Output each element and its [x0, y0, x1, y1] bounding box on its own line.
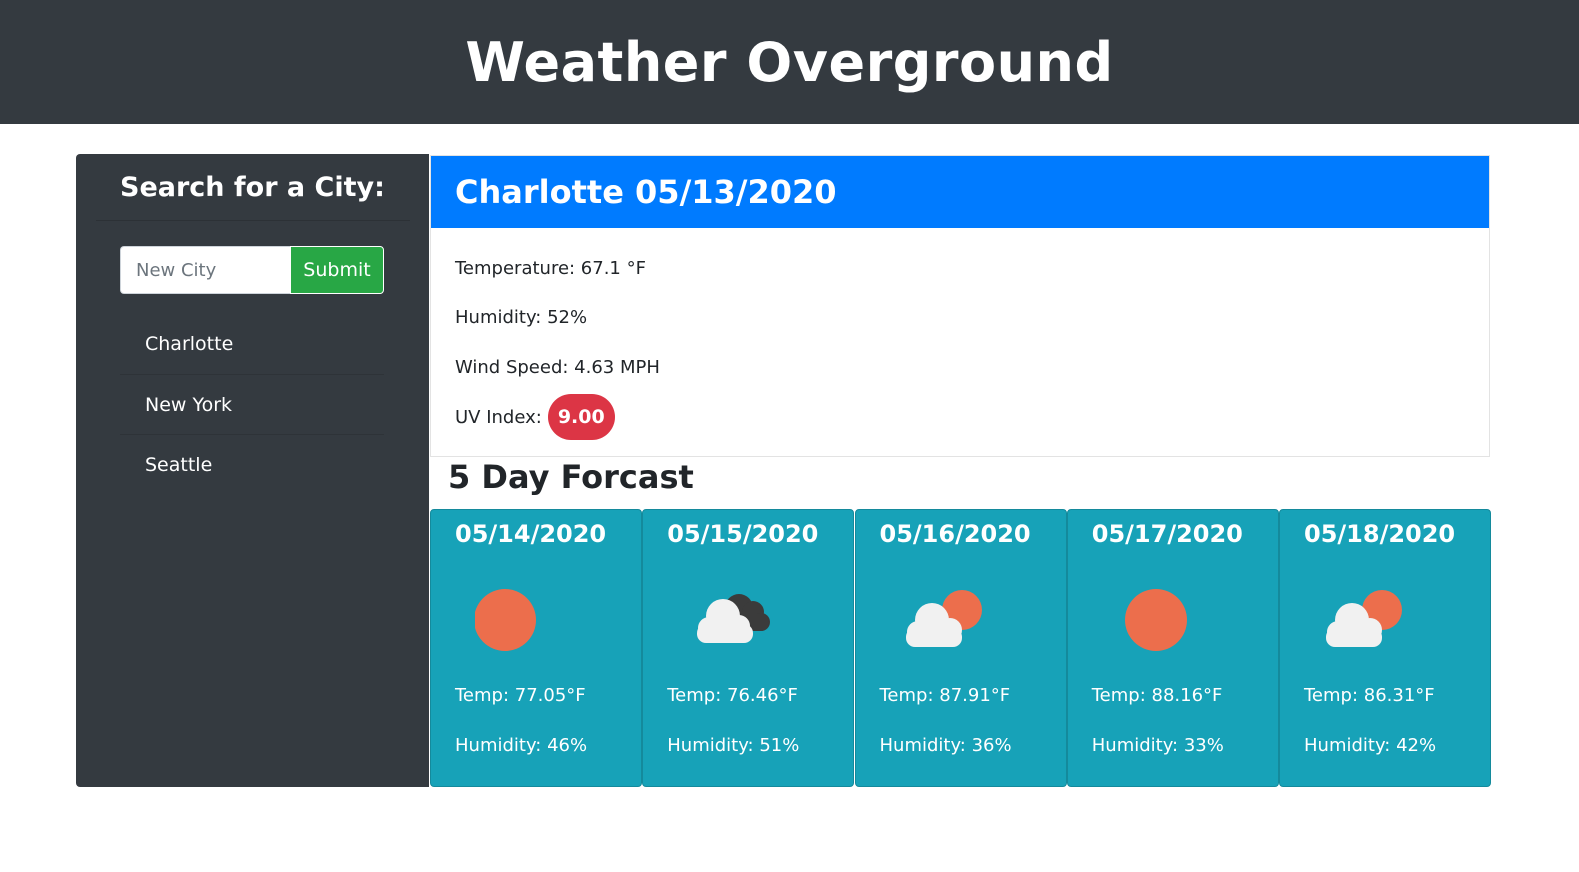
forecast-humidity: Humidity: 46% [455, 735, 588, 756]
partly-cloudy-icon [905, 590, 982, 647]
sidebar: Search for a City: Submit Charlotte New … [76, 154, 429, 787]
forecast-card: 05/15/2020 Temp: 76.46°F Humidity: 51% [642, 509, 855, 787]
forecast-humidity: Humidity: 51% [667, 735, 800, 756]
sun-icon [1124, 589, 1187, 651]
uv-index-badge: 9.00 [547, 394, 615, 440]
forecast-humidity: Humidity: 33% [1091, 735, 1224, 756]
forecast-card: 05/14/2020 Temp: 77.05°F Humidity: 46% [430, 509, 642, 787]
forecast-temp: Temp: 88.16°F [1091, 685, 1223, 706]
uv-index-label: UV Index: [455, 406, 542, 428]
forecast-date: 05/17/2020 [1091, 520, 1243, 548]
current-weather-card: Charlotte 05/13/2020 Temperature: 67.1 °… [430, 155, 1490, 457]
forecast-card: 05/18/2020 Temp: 86.31°F Humidity: 42% [1279, 509, 1491, 787]
forecast-row: 05/14/2020 Temp: 77.05°F Humidity: 46% 0… [430, 509, 1491, 787]
current-city-title: Charlotte 05/13/2020 [455, 173, 837, 211]
current-uv-index: UV Index: 9.00 [455, 393, 615, 441]
forecast-temp: Temp: 87.91°F [879, 685, 1011, 706]
sidebar-divider [96, 220, 410, 221]
current-temperature: Temperature: 67.1 °F [455, 258, 646, 279]
forecast-title: 5 Day Forcast [448, 458, 694, 496]
forecast-temp: Temp: 77.05°F [455, 685, 586, 706]
sidebar-heading: Search for a City: [120, 172, 385, 203]
search-form: Submit [120, 246, 384, 294]
city-history-list: Charlotte New York Seattle [120, 314, 384, 495]
city-search-input[interactable] [120, 246, 290, 294]
forecast-temp: Temp: 76.46°F [667, 685, 798, 706]
forecast-card: 05/16/2020 Temp: 87.91°F Humidity: 36% [854, 509, 1067, 787]
current-humidity: Humidity: 52% [455, 307, 588, 328]
app-header: Weather Overground [0, 0, 1579, 124]
partly-cloudy-icon [1326, 590, 1402, 647]
city-item-seattle[interactable]: Seattle [120, 435, 384, 495]
sun-icon [475, 589, 536, 651]
forecast-humidity: Humidity: 42% [1304, 735, 1437, 756]
forecast-humidity: Humidity: 36% [879, 735, 1012, 756]
forecast-date: 05/18/2020 [1304, 520, 1456, 548]
city-item-new-york[interactable]: New York [120, 375, 384, 435]
current-wind-speed: Wind Speed: 4.63 MPH [455, 357, 660, 378]
forecast-card: 05/17/2020 Temp: 88.16°F Humidity: 33% [1066, 509, 1279, 787]
broken-clouds-icon [697, 594, 771, 643]
forecast-date: 05/15/2020 [667, 520, 819, 548]
forecast-temp: Temp: 86.31°F [1304, 685, 1435, 706]
submit-button[interactable]: Submit [290, 246, 384, 294]
app-title: Weather Overground [465, 30, 1114, 94]
forecast-date: 05/14/2020 [455, 520, 607, 548]
forecast-date: 05/16/2020 [879, 520, 1031, 548]
city-item-charlotte[interactable]: Charlotte [120, 314, 384, 375]
current-weather-header: Charlotte 05/13/2020 [431, 156, 1489, 228]
